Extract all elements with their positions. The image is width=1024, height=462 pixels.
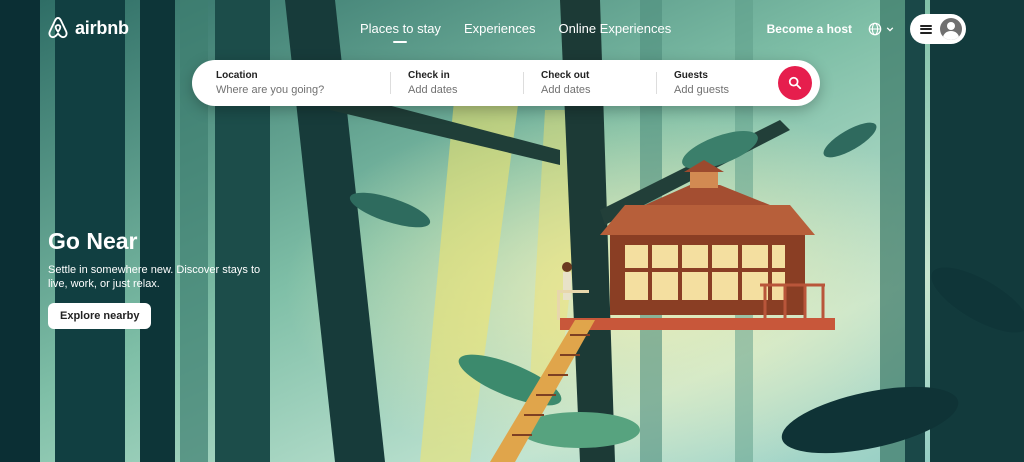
- location-label: Location: [216, 70, 258, 81]
- hero-page: airbnb Places to stay Experiences Online…: [0, 0, 1024, 462]
- location-field[interactable]: Location Where are you going?: [192, 60, 390, 106]
- search-bar: Location Where are you going? Check in A…: [192, 60, 820, 106]
- user-menu-button[interactable]: [910, 14, 966, 44]
- chevron-down-icon: [886, 27, 894, 32]
- hero-section: Go Near Settle in somewhere new. Discove…: [48, 228, 268, 329]
- airbnb-logo[interactable]: airbnb: [47, 16, 129, 40]
- user-avatar-icon: [940, 18, 962, 40]
- nav-experiences[interactable]: Experiences: [464, 21, 536, 36]
- nav-online-experiences[interactable]: Online Experiences: [558, 21, 671, 36]
- search-icon: [788, 76, 802, 90]
- hero-subtitle: Settle in somewhere new. Discover stays …: [48, 264, 261, 290]
- check-in-placeholder: Add dates: [408, 84, 458, 96]
- hero-title: Go Near: [48, 228, 138, 254]
- nav-places-to-stay[interactable]: Places to stay: [360, 21, 441, 36]
- language-button[interactable]: [868, 22, 894, 36]
- main-nav: Places to stay Experiences Online Experi…: [360, 21, 671, 36]
- check-out-field[interactable]: Check out Add dates: [523, 60, 656, 106]
- top-header: airbnb Places to stay Experiences Online…: [0, 0, 1024, 60]
- globe-icon: [868, 22, 882, 36]
- guests-field[interactable]: Guests Add guests: [656, 60, 774, 106]
- check-out-placeholder: Add dates: [541, 84, 591, 96]
- check-in-label: Check in: [408, 70, 450, 81]
- guests-label: Guests: [674, 70, 708, 81]
- search-button[interactable]: [778, 66, 812, 100]
- become-host-link[interactable]: Become a host: [767, 22, 852, 36]
- check-in-field[interactable]: Check in Add dates: [390, 60, 523, 106]
- header-actions: Become a host: [767, 14, 966, 44]
- check-out-label: Check out: [541, 70, 590, 81]
- explore-nearby-button[interactable]: Explore nearby: [48, 303, 152, 329]
- airbnb-belo-icon: [48, 17, 68, 39]
- hamburger-menu-icon: [920, 24, 932, 34]
- location-placeholder: Where are you going?: [216, 84, 325, 96]
- guests-placeholder: Add guests: [674, 84, 730, 96]
- brand-name: airbnb: [75, 17, 129, 38]
